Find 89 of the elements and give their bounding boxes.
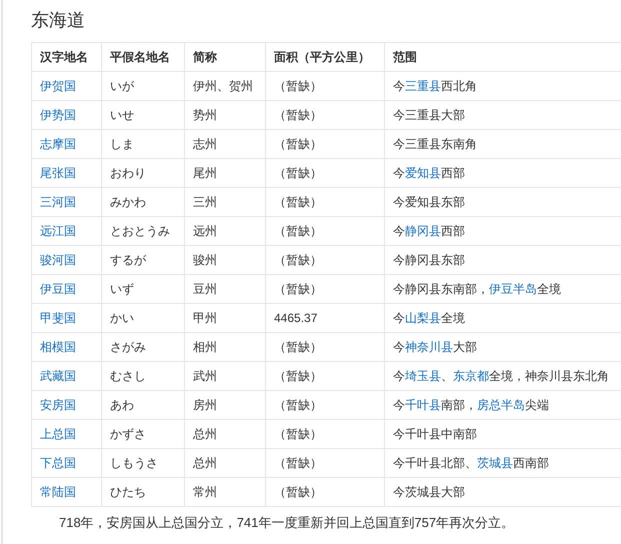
table-cell: （暂缺） xyxy=(266,216,384,246)
table-cell: （暂缺） xyxy=(266,72,384,100)
range-text: 今 xyxy=(393,311,405,325)
table-cell: 常州 xyxy=(184,478,266,506)
range-text: 西部 xyxy=(441,166,465,180)
place-link[interactable]: 千叶县 xyxy=(405,398,441,412)
table-cell: 志州 xyxy=(184,130,266,158)
range-text: 今三重县东南角 xyxy=(393,137,477,151)
place-link[interactable]: 房总半岛 xyxy=(477,398,525,412)
table-cell: 远州 xyxy=(184,216,266,246)
range-text: 全境 xyxy=(537,282,561,296)
table-cell: しもうさ xyxy=(102,448,184,478)
column-header: 面积（平方公里） xyxy=(266,42,384,72)
range-text: 今千叶县中南部 xyxy=(393,427,477,441)
table-cell: （暂缺） xyxy=(266,246,384,274)
range-text: 西南部 xyxy=(513,456,549,470)
range-text: 今 xyxy=(393,224,405,238)
table-cell: （暂缺） xyxy=(266,420,384,448)
range-text: 今茨城县大部 xyxy=(393,485,465,499)
table-cell: おわり xyxy=(102,158,184,188)
place-link[interactable]: 埼玉县 xyxy=(405,369,441,383)
table-cell: 三州 xyxy=(184,188,266,216)
range-text: 今 xyxy=(393,340,405,354)
table-cell: とおとうみ xyxy=(102,216,184,246)
table-cell: （暂缺） xyxy=(266,274,384,304)
footnote-text: 718年，安房国从上总国分立，741年一度重新并回上总国直到757年再次分立。 xyxy=(58,514,516,532)
place-link[interactable]: 茨城县 xyxy=(477,456,513,470)
table-cell: 4465.37 xyxy=(266,304,384,332)
range-text: 尖端 xyxy=(525,398,549,412)
range-text: 今千叶县北部、 xyxy=(393,456,477,470)
range-text: 、 xyxy=(441,369,453,383)
range-text: 西部 xyxy=(441,224,465,238)
place-link[interactable]: 三重县 xyxy=(405,79,441,93)
range-text: 今静冈县东南部， xyxy=(393,282,489,296)
place-link[interactable]: 东京都 xyxy=(453,369,489,383)
range-text: 今 xyxy=(393,79,405,93)
range-text: 大部 xyxy=(453,340,477,354)
table-cell: みかわ xyxy=(102,188,184,216)
range-text: 今 xyxy=(393,398,405,412)
section-title: 东海道 xyxy=(31,9,86,32)
table-cell: （暂缺） xyxy=(266,332,384,362)
table-cell: （暂缺） xyxy=(266,130,384,158)
table-cell: （暂缺） xyxy=(266,188,384,216)
table-cell: しま xyxy=(102,130,184,158)
table-cell: （暂缺） xyxy=(266,158,384,188)
range-text: 今爱知县东部 xyxy=(393,195,465,209)
range-text: 西北角 xyxy=(441,79,477,93)
table-cell: （暂缺） xyxy=(266,478,384,506)
range-text: 今 xyxy=(393,166,405,180)
table-cell: 尾州 xyxy=(184,158,266,188)
table-cell: かずさ xyxy=(102,420,184,448)
range-text: 今三重县大部 xyxy=(393,108,465,122)
table-cell: （暂缺） xyxy=(266,100,384,130)
column-header: 简称 xyxy=(184,42,266,72)
table-cell: さがみ xyxy=(102,332,184,362)
table-cell: 甲州 xyxy=(184,304,266,332)
table-cell: いせ xyxy=(102,100,184,130)
column-header: 汉字地名 xyxy=(32,42,102,72)
table-cell: （暂缺） xyxy=(266,390,384,420)
place-link[interactable]: 山梨县 xyxy=(405,311,441,325)
table-cell: いず xyxy=(102,274,184,304)
place-link[interactable]: 伊豆半岛 xyxy=(489,282,537,296)
table-cell: 伊州、贺州 xyxy=(184,72,266,100)
table-cell: むさし xyxy=(102,362,184,390)
table-cell: 豆州 xyxy=(184,274,266,304)
table-cell: するが xyxy=(102,246,184,274)
table-cell: 骏州 xyxy=(184,246,266,274)
table-cell: 武州 xyxy=(184,362,266,390)
table-cell: ひたち xyxy=(102,478,184,506)
table-cell: 相州 xyxy=(184,332,266,362)
place-link[interactable]: 爱知县 xyxy=(405,166,441,180)
table-cell: かい xyxy=(102,304,184,332)
table-cell: 总州 xyxy=(184,420,266,448)
table-cell: （暂缺） xyxy=(266,362,384,390)
table-cell: （暂缺） xyxy=(266,448,384,478)
range-text: 南部， xyxy=(441,398,477,412)
range-text: 全境 xyxy=(441,311,465,325)
table-cell: 房州 xyxy=(184,390,266,420)
column-header: 范围 xyxy=(384,42,621,72)
table-cell: 总州 xyxy=(184,448,266,478)
table-cell: あわ xyxy=(102,390,184,420)
table-cell: いが xyxy=(102,72,184,100)
range-text: 全境，神奈川县东北角 xyxy=(489,369,609,383)
column-header: 平假名地名 xyxy=(102,42,184,72)
range-text: 今静冈县东部 xyxy=(393,253,465,267)
table-cell: 势州 xyxy=(184,100,266,130)
place-link[interactable]: 静冈县 xyxy=(405,224,441,238)
range-text: 今 xyxy=(393,369,405,383)
place-link[interactable]: 神奈川县 xyxy=(405,340,453,354)
